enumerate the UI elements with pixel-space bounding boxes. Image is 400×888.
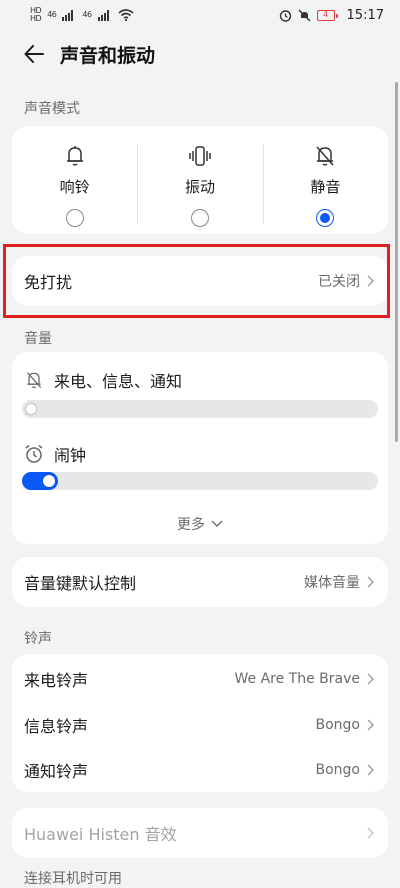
ringtone-notification-label: 通知铃声 xyxy=(24,762,89,781)
chevron-right-icon xyxy=(367,764,374,776)
volume-key-value-group: 媒体音量 xyxy=(304,572,376,592)
vibrate-icon xyxy=(189,146,211,166)
hd-badges: HD HD xyxy=(30,7,42,23)
volume-key-value: 媒体音量 xyxy=(304,575,360,591)
ringtone-notification-value: Bongo xyxy=(315,762,361,778)
more-label: 更多 xyxy=(177,517,205,533)
alarm-clock-icon xyxy=(279,9,291,22)
ringtone-message-value: Bongo xyxy=(315,717,361,733)
ringtone-notification-value-group: Bongo xyxy=(316,762,377,778)
mode-vibrate-radio[interactable] xyxy=(190,209,209,227)
ringtone-message-label: 信息铃声 xyxy=(24,717,89,736)
calls-volume-row: 来电、信息、通知 xyxy=(24,368,182,392)
alarm-volume-slider[interactable] xyxy=(22,472,378,490)
status-right: 4 15:17 xyxy=(279,8,384,23)
alarm-clock-icon xyxy=(25,444,43,463)
ringtone-section-title: 铃声 xyxy=(24,631,52,647)
mode-ring[interactable]: 响铃 xyxy=(12,126,137,234)
chevron-right-icon xyxy=(367,673,374,685)
back-arrow-icon[interactable] xyxy=(14,34,54,74)
chevron-right-icon xyxy=(367,719,374,731)
calls-volume-thumb[interactable] xyxy=(25,403,37,415)
volume-key-label: 音量键默认控制 xyxy=(24,574,137,593)
chevron-right-icon xyxy=(367,576,374,588)
page-title: 声音和振动 xyxy=(60,44,156,67)
ringtone-card: 来电铃声 We Are The Brave 信息铃声 Bongo 通知铃声 Bo… xyxy=(12,654,388,792)
volume-card: 来电、信息、通知 闹钟 更多 xyxy=(12,352,388,544)
net-label-1: 46 xyxy=(47,10,57,19)
mode-vibrate[interactable]: 振动 xyxy=(137,126,262,234)
status-left: HD HD 46 46 xyxy=(30,7,134,23)
ringtone-message-value-group: Bongo xyxy=(316,717,377,733)
alarm-volume-row: 闹钟 xyxy=(24,442,86,466)
highlight-box xyxy=(3,244,390,318)
more-button[interactable]: 更多 xyxy=(12,514,388,534)
chevron-down-icon xyxy=(211,520,223,527)
headset-section-title: 连接耳机时可用 xyxy=(24,871,122,887)
alarm-volume-thumb[interactable] xyxy=(43,475,55,487)
bell-off-icon xyxy=(26,372,42,389)
mode-silent[interactable]: 静音 xyxy=(262,126,388,234)
ringtone-call-label: 来电铃声 xyxy=(24,671,89,690)
signal-icon-2 xyxy=(97,10,109,21)
sound-mode-section-title: 声音模式 xyxy=(24,101,80,117)
mute-bell-icon xyxy=(298,9,311,21)
histen-label: Huawei Histen 音效 xyxy=(24,825,177,844)
mode-ring-radio[interactable] xyxy=(65,209,84,227)
mode-vibrate-label: 振动 xyxy=(184,178,215,196)
signal-icon xyxy=(62,10,74,21)
calls-volume-label: 来电、信息、通知 xyxy=(54,372,183,391)
ringtone-call-row[interactable]: 来电铃声 We Are The Brave xyxy=(12,656,388,702)
bell-off-icon xyxy=(316,146,334,166)
bell-icon xyxy=(66,146,83,166)
sound-mode-card: 响铃 振动 静音 xyxy=(12,126,388,234)
mode-silent-radio[interactable] xyxy=(316,209,335,227)
ringtone-call-value-group: We Are The Brave xyxy=(234,671,376,687)
histen-row[interactable]: Huawei Histen 音效 xyxy=(12,808,388,858)
volume-section-title: 音量 xyxy=(24,331,52,347)
battery-icon: 4 xyxy=(316,9,338,21)
calls-volume-slider[interactable] xyxy=(22,400,378,418)
ringtone-call-value: We Are The Brave xyxy=(234,671,360,687)
status-time: 15:17 xyxy=(346,7,384,23)
chevron-right-icon xyxy=(367,827,374,839)
mode-ring-label: 响铃 xyxy=(59,178,90,196)
volume-key-row[interactable]: 音量键默认控制 媒体音量 xyxy=(12,557,388,607)
net-label-2: 46 xyxy=(82,10,92,19)
wifi-icon xyxy=(118,9,134,21)
mode-silent-label: 静音 xyxy=(310,178,341,196)
ringtone-message-row[interactable]: 信息铃声 Bongo xyxy=(12,702,388,748)
ringtone-notification-row[interactable]: 通知铃声 Bongo xyxy=(12,747,388,793)
hd-badge-2: HD xyxy=(30,14,42,23)
scrollbar[interactable] xyxy=(395,82,398,442)
status-bar: HD HD 46 46 4 15:17 xyxy=(0,0,400,30)
battery-level: 4 xyxy=(322,9,329,19)
alarm-volume-label: 闹钟 xyxy=(54,446,87,465)
header: 声音和振动 xyxy=(0,30,400,78)
